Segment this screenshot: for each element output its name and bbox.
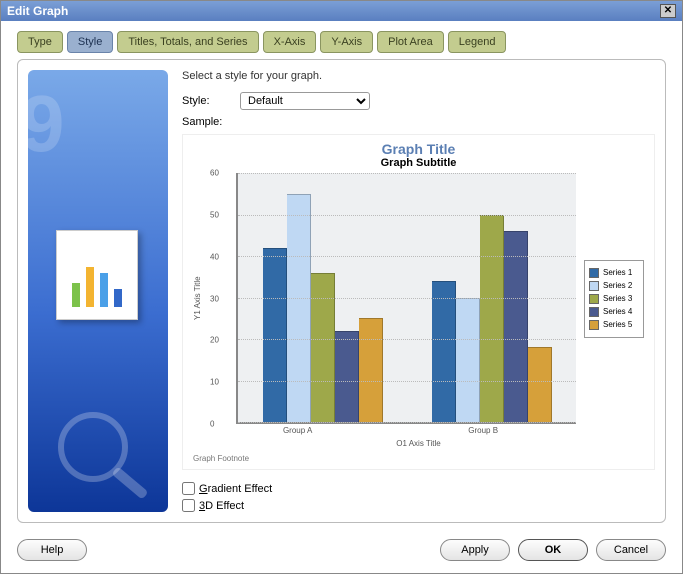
plot-area (236, 173, 576, 424)
legend-item: Series 2 (589, 281, 639, 291)
x-category-label: Group B (468, 426, 498, 435)
chart-footnote: Graph Footnote (193, 454, 644, 463)
3d-effect-input[interactable] (182, 499, 195, 512)
ok-button[interactable]: OK (518, 539, 588, 561)
legend-item: Series 4 (589, 307, 639, 317)
y-axis-label: Y1 Axis Title (193, 173, 202, 424)
bar (432, 281, 456, 422)
content: 9 Select a style for your graph. Style: … (17, 59, 666, 523)
legend-label: Series 4 (603, 307, 632, 316)
close-icon[interactable]: ✕ (660, 4, 676, 18)
tab-y-axis[interactable]: Y-Axis (320, 31, 373, 53)
ytick: 50 (210, 210, 219, 219)
bar (528, 347, 552, 422)
window-title: Edit Graph (7, 4, 68, 18)
bar (287, 194, 311, 422)
bar (311, 273, 335, 422)
legend-item: Series 1 (589, 268, 639, 278)
gradient-hotkey: G (199, 483, 208, 495)
instruction-text: Select a style for your graph. (182, 70, 655, 82)
bar (359, 318, 383, 422)
x-category-label: Group A (283, 426, 312, 435)
ytick: 0 (210, 420, 214, 429)
apply-button[interactable]: Apply (440, 539, 510, 561)
3d-effect-checkbox[interactable]: 3D Effect (182, 499, 655, 512)
titlebar: Edit Graph ✕ (1, 1, 682, 21)
cancel-button[interactable]: Cancel (596, 539, 666, 561)
chart-subtitle: Graph Subtitle (193, 157, 644, 169)
legend-item: Series 5 (589, 320, 639, 330)
sample-label: Sample: (182, 116, 232, 128)
tab-x-axis[interactable]: X-Axis (263, 31, 317, 53)
legend-label: Series 2 (603, 281, 632, 290)
help-button[interactable]: Help (17, 539, 87, 561)
tab-type[interactable]: Type (17, 31, 63, 53)
legend-swatch (589, 294, 599, 304)
gradient-effect-checkbox[interactable]: Gradient Effect (182, 482, 655, 495)
legend-label: Series 5 (603, 320, 632, 329)
tab-plot-area[interactable]: Plot Area (377, 31, 444, 53)
legend: Series 1 Series 2 Series 3 Series 4 Series 5 (584, 260, 644, 338)
ytick: 20 (210, 336, 219, 345)
side-illustration: 9 (28, 70, 168, 512)
tab-legend[interactable]: Legend (448, 31, 507, 53)
x-axis-title: O1 Axis Title (193, 439, 644, 448)
legend-swatch (589, 268, 599, 278)
gradient-effect-input[interactable] (182, 482, 195, 495)
main-panel: Select a style for your graph. Style: De… (182, 70, 655, 512)
ytick: 40 (210, 252, 219, 261)
style-label: Style: (182, 95, 232, 107)
style-select[interactable]: Default (240, 92, 370, 110)
gradient-rest: radient Effect (208, 483, 273, 495)
x-labels: Group A Group B (193, 426, 644, 435)
legend-swatch (589, 307, 599, 317)
ytick: 30 (210, 294, 219, 303)
3d-rest: D Effect (205, 500, 244, 512)
edit-graph-window: Edit Graph ✕ Type Style Titles, Totals, … (0, 0, 683, 574)
tab-style[interactable]: Style (67, 31, 113, 53)
legend-label: Series 3 (603, 294, 632, 303)
bar (456, 298, 480, 423)
chart-title: Graph Title (193, 141, 644, 157)
ytick: 60 (210, 169, 219, 178)
bar (263, 248, 287, 422)
tab-row: Type Style Titles, Totals, and Series X-… (1, 21, 682, 59)
legend-swatch (589, 320, 599, 330)
bar (480, 215, 504, 423)
button-row: Help Apply OK Cancel (1, 531, 682, 573)
ytick: 10 (210, 378, 219, 387)
bar (504, 231, 528, 422)
sample-panel: Graph Title Graph Subtitle Y1 Axis Title… (182, 134, 655, 470)
tab-titles[interactable]: Titles, Totals, and Series (117, 31, 258, 53)
legend-swatch (589, 281, 599, 291)
legend-item: Series 3 (589, 294, 639, 304)
bar (335, 331, 359, 422)
legend-label: Series 1 (603, 268, 632, 277)
